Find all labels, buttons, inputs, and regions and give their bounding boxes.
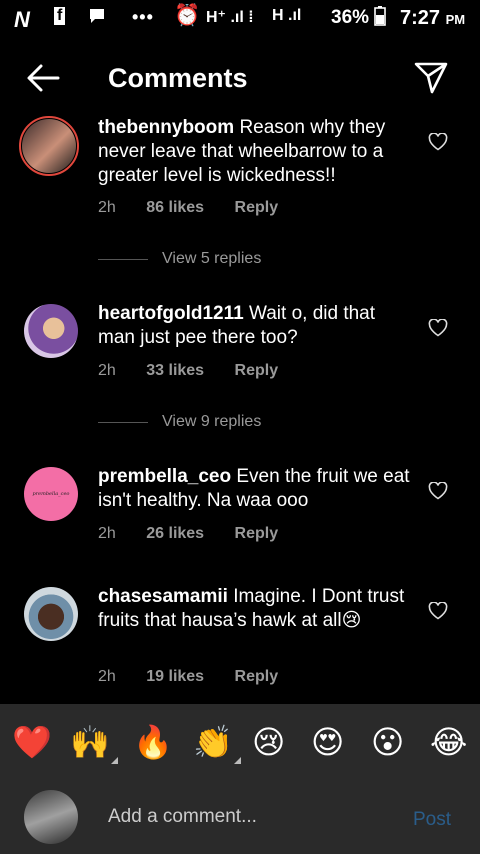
- status-bar: N f ••• ⏰ H⁺ .ıl ⁞ H .ıl 36% 7:27 PM: [0, 0, 480, 38]
- red-heart-emoji[interactable]: ❤️: [12, 722, 52, 762]
- signal-2: H .ıl: [272, 7, 302, 24]
- heart-eyes-emoji[interactable]: 😍: [311, 722, 344, 762]
- like-heart-icon[interactable]: [428, 481, 448, 500]
- comment-text: thebennyboom Reason why they never leave…: [98, 117, 386, 186]
- username[interactable]: heartofgold1211: [98, 303, 244, 324]
- emoji-quick-bar: ❤️ 🙌 🔥 👏 😢 😍 😮 😂: [0, 704, 480, 782]
- reply-button[interactable]: Reply: [235, 668, 279, 685]
- like-heart-icon[interactable]: [428, 318, 448, 337]
- header: Comments: [0, 50, 480, 106]
- comment-item: thebennyboom Reason why they never leave…: [0, 116, 480, 276]
- carrier-logo: N: [14, 7, 30, 32]
- comment-item: chasesamamii Imagine. I Dont trust fruit…: [0, 585, 480, 695]
- comment-item: heartofgold1211 Wait o, did that man jus…: [0, 302, 480, 442]
- comment-time: 2h: [98, 525, 116, 542]
- back-arrow-icon[interactable]: [24, 60, 62, 96]
- view-replies[interactable]: View 5 replies: [98, 248, 358, 272]
- comment-input[interactable]: Add a comment...: [108, 806, 257, 828]
- like-heart-icon[interactable]: [428, 132, 448, 151]
- comment-meta: 2h 86 likes Reply: [98, 199, 304, 217]
- view-replies[interactable]: View 9 replies: [98, 411, 358, 435]
- avatar[interactable]: [22, 119, 76, 173]
- comment-text: heartofgold1211 Wait o, did that man jus…: [98, 303, 376, 348]
- reply-button[interactable]: Reply: [235, 199, 279, 216]
- avatar[interactable]: [24, 304, 78, 358]
- like-count[interactable]: 33 likes: [146, 362, 204, 379]
- comment-time: 2h: [98, 668, 116, 685]
- username[interactable]: thebennyboom: [98, 117, 234, 138]
- divider: [98, 422, 148, 423]
- username[interactable]: chasesamamii: [98, 586, 228, 607]
- fire-emoji[interactable]: 🔥: [133, 722, 173, 762]
- crying-face-emoji[interactable]: 😢: [252, 722, 285, 762]
- more-notifications-icon: •••: [132, 7, 154, 27]
- page-title: Comments: [108, 63, 248, 93]
- comment-composer: Add a comment... Post: [0, 782, 480, 854]
- post-button[interactable]: Post: [413, 809, 451, 831]
- comment-text: chasesamamii Imagine. I Dont trust fruit…: [98, 586, 405, 631]
- signal-1: H⁺ .ıl ⁞: [206, 9, 254, 26]
- avatar[interactable]: prembella_ceo: [24, 467, 78, 521]
- surprised-face-emoji[interactable]: 😮: [371, 722, 404, 762]
- like-count[interactable]: 26 likes: [146, 525, 204, 542]
- facebook-icon: f: [54, 7, 66, 25]
- tears-of-joy-emoji[interactable]: 😂: [430, 722, 467, 762]
- like-count[interactable]: 86 likes: [146, 199, 204, 216]
- reply-button[interactable]: Reply: [235, 362, 279, 379]
- username[interactable]: prembella_ceo: [98, 466, 231, 487]
- comment-meta: 2h 33 likes Reply: [98, 362, 304, 380]
- clapping-hands-emoji[interactable]: 👏: [193, 722, 241, 764]
- clock: 7:27 PM: [400, 7, 466, 29]
- comment-time: 2h: [98, 199, 116, 216]
- comment-meta: 2h 26 likes Reply: [98, 525, 304, 543]
- comment-item: prembella_ceo prembella_ceo Even the fru…: [0, 465, 480, 555]
- like-heart-icon[interactable]: [428, 601, 448, 620]
- raising-hands-emoji[interactable]: 🙌: [70, 722, 118, 764]
- reply-button[interactable]: Reply: [235, 525, 279, 542]
- comment-text: prembella_ceo Even the fruit we eat isn'…: [98, 466, 410, 511]
- message-icon: [88, 7, 106, 30]
- like-count[interactable]: 19 likes: [146, 668, 204, 685]
- comment-meta: 2h 19 likes Reply: [98, 668, 304, 686]
- avatar[interactable]: [24, 587, 78, 641]
- current-user-avatar: [24, 790, 78, 844]
- send-icon[interactable]: [412, 58, 450, 96]
- avatar-logo-text: prembella_ceo: [32, 491, 70, 497]
- divider: [98, 259, 148, 260]
- comment-time: 2h: [98, 362, 116, 379]
- alarm-icon: ⏰: [174, 4, 201, 27]
- battery-level: 36%: [331, 6, 387, 29]
